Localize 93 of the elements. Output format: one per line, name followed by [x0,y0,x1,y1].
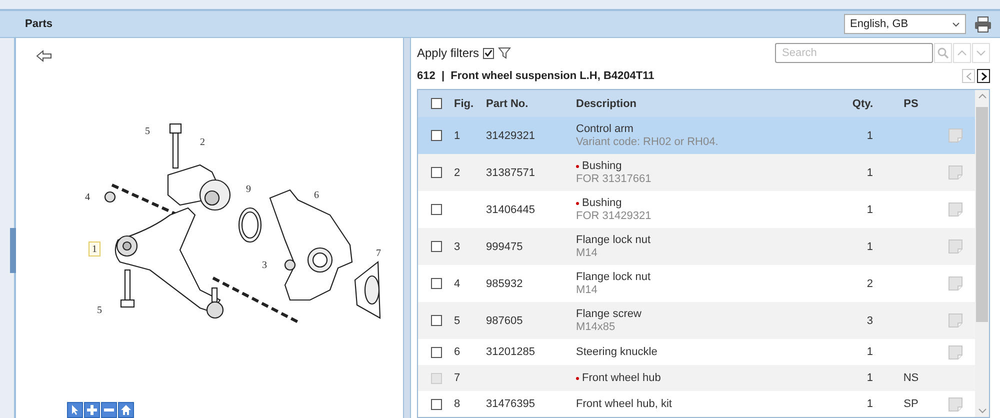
panel-title: Parts [25,18,53,30]
chevron-down-icon [976,50,986,56]
table-cell: Bushing [582,160,622,172]
table-cell: Flange lock nut [576,270,651,284]
table-cell-note: Variant code: RH02 or RH04. [576,136,720,148]
table-cell: 2 [454,166,460,178]
printer-icon[interactable] [974,16,992,32]
column-header: Qty. [851,98,873,110]
table-cell: Control arm [576,122,634,136]
caret-icon [952,22,960,26]
home-icon [120,404,132,416]
plus-icon [86,404,98,416]
table-cell: 1 [866,130,873,142]
chevron-right-icon [980,72,986,80]
table-cell: 5 [454,314,460,326]
callout-number[interactable]: 5 [97,305,102,316]
row-checkbox[interactable] [430,167,442,178]
table-cell: 7 [454,372,460,384]
table-cell-note: M14x85 [576,320,616,334]
callout-number[interactable]: 4 [85,192,90,203]
table-cell: 31387571 [486,166,535,178]
table-cell: Flange lock nut [576,234,651,246]
table-row[interactable]: 1 31429321 Control arm Variant code: RH02 or RH04. 1 [418,117,975,154]
home-button[interactable] [118,402,134,418]
row-checkbox[interactable] [430,241,442,252]
callout-number[interactable]: 6 [314,190,319,201]
row-checkbox[interactable] [430,346,442,358]
search-icon [937,47,949,59]
back-arrow-icon[interactable] [36,50,52,62]
table-cell: Front wheel hub [582,372,661,384]
zoom-in-button[interactable] [84,402,100,418]
table-cell: 31201285 [486,346,535,358]
column-header: Fig. [454,98,475,110]
table-cell: 3 [866,314,873,326]
table-cell: 1 [866,372,873,384]
table-row[interactable]: 2 31387571 Bushing FOR 31317661 1 [418,154,975,191]
row-checkbox[interactable] [430,278,442,289]
row-checkbox[interactable] [430,315,442,326]
table-cell: 2 [866,278,873,290]
table-cell: 1 [866,166,873,178]
table-cell-note: M14 [576,246,598,260]
group-title: 612 | Front wheel suspension L.H, B4204T11 [417,70,654,82]
select-all-checkbox[interactable] [430,98,442,109]
table-cell: SP [904,398,918,410]
table-cell: Steering knuckle [576,346,658,358]
column-header: Part No. [486,98,530,110]
cursor-icon [70,404,80,416]
table-cell-note: M14 [576,284,598,296]
table-cell: 31429321 [486,130,535,142]
apply-filters-label: Apply filters [417,46,480,60]
search-field[interactable]: Search [775,43,933,63]
callout-number[interactable]: 9 [246,184,251,195]
table-cell: 999475 [486,240,523,252]
table-cell: 1 [866,240,873,252]
chevron-up-icon [957,50,967,56]
table-cell: 31406445 [486,204,535,216]
table-cell: 31476395 [486,398,535,410]
table-row[interactable]: 3 999475 Flange lock nut M14 1 [418,228,975,265]
apply-filters-checkbox[interactable] [483,48,494,58]
next-page-button[interactable] [977,69,990,83]
callout-number[interactable]: 3 [262,260,267,271]
table-cell: 3 [454,240,460,252]
callout-number[interactable]: 7 [376,248,381,259]
column-header: PS [902,98,920,110]
table-cell: 1 [454,130,460,142]
row-checkbox[interactable] [430,130,442,141]
table-cell: 6 [454,346,460,358]
collapse-handle[interactable] [10,228,16,273]
filter-icon[interactable] [498,47,512,59]
table-cell: Front wheel hub, kit [576,398,672,410]
table-cell: Flange screw [576,308,642,320]
language-dropdown[interactable]: English, GB [844,14,966,34]
callout-number[interactable]: 2 [200,137,205,148]
column-header: Description [576,98,638,110]
table-row[interactable]: 5 987605 Flange screw M14x85 3 [418,302,975,339]
callout-number[interactable]: 5 [145,126,150,137]
row-checkbox[interactable] [430,398,442,410]
table-cell: 985932 [486,278,523,290]
table-cell-note: FOR 31429321 [576,210,652,222]
zoom-out-button[interactable] [101,402,117,418]
table-cell: 987605 [486,314,523,326]
table-cell: 4 [454,278,460,290]
table-cell: 1 [866,204,873,216]
table-cell-note: FOR 31317661 [576,172,652,186]
chevron-left-icon [966,72,972,80]
table-cell: 1 [866,346,873,358]
table-cell: Bushing [582,196,622,210]
callout-number[interactable]: 1 [88,242,100,256]
pointer-button[interactable] [67,402,83,418]
table-cell: 1 [866,398,873,410]
table-cell: NS [903,372,919,384]
row-checkbox[interactable] [430,204,442,215]
table-cell: 8 [454,398,460,410]
